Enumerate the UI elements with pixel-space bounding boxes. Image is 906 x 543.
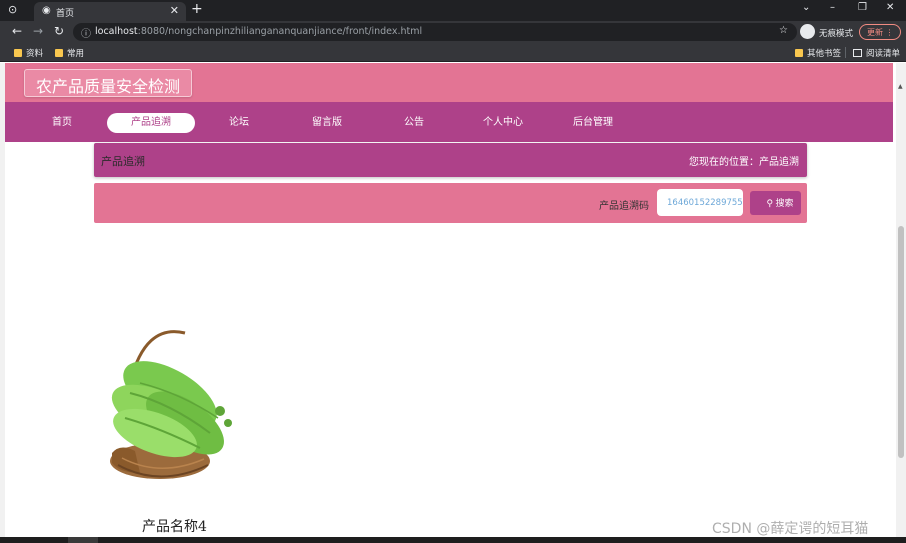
url-host: localhost	[95, 26, 138, 37]
product-card[interactable]: 产品名称4	[100, 323, 260, 537]
folder-icon	[795, 49, 803, 57]
scroll-up-arrow-icon[interactable]: ▲	[898, 83, 903, 90]
os-taskbar	[0, 537, 906, 543]
folder-icon	[14, 49, 22, 57]
reading-list[interactable]: 阅读清单	[853, 47, 900, 59]
incognito-indicator[interactable]: 无痕模式	[800, 24, 854, 40]
minimize-button[interactable]: –	[830, 2, 835, 13]
taskbar-active-item[interactable]	[68, 537, 98, 543]
reading-list-icon	[853, 49, 862, 57]
search-icon: ⚲	[766, 198, 774, 208]
nav-home[interactable]: 首页	[43, 113, 81, 133]
update-button[interactable]: 更新 ⋮	[859, 24, 901, 40]
breadcrumb-title: 产品追溯	[101, 155, 145, 168]
site-nav: 首页 产品追溯 论坛 留言版 公告 个人中心 后台管理	[5, 102, 893, 142]
site-header: 农产品质量安全检测	[5, 63, 893, 102]
nav-personal-center[interactable]: 个人中心	[477, 113, 529, 133]
nav-admin[interactable]: 后台管理	[567, 113, 619, 133]
folder-icon	[55, 49, 63, 57]
url-text: localhost:8080/nongchanpinzhiliangananqu…	[95, 26, 422, 37]
search-panel: 产品追溯码 ⚲ 搜索	[94, 183, 807, 223]
breadcrumb: 产品追溯 您现在的位置：产品追溯	[94, 143, 807, 177]
search-button-label: 搜索	[775, 198, 794, 208]
nav-product-trace[interactable]: 产品追溯	[107, 113, 195, 133]
globe-icon: ◉	[42, 5, 51, 16]
forward-button[interactable]: →	[33, 24, 43, 38]
nav-forum[interactable]: 论坛	[220, 113, 258, 133]
tab-search-icon[interactable]: ⊙	[8, 3, 34, 19]
reload-button[interactable]: ↻	[54, 24, 64, 38]
breadcrumb-location: 您现在的位置：产品追溯	[689, 157, 799, 168]
new-tab-button[interactable]: +	[191, 1, 203, 17]
bookmark-folder-changyong[interactable]: 常用	[55, 47, 84, 59]
bookmark-star-icon[interactable]: ☆	[779, 25, 788, 36]
back-button[interactable]: ←	[12, 24, 22, 38]
browser-toolbar: ← → ↻ ⓘ localhost:8080/nongchanpinzhilia…	[0, 21, 906, 43]
close-window-button[interactable]: ✕	[886, 2, 894, 13]
address-bar[interactable]: ⓘ localhost:8080/nongchanpinzhilianganan…	[73, 23, 797, 41]
scrollbar-thumb[interactable]	[898, 226, 904, 458]
nav-announcement[interactable]: 公告	[395, 113, 433, 133]
page-viewport: 农产品质量安全检测 首页 产品追溯 论坛 留言版 公告 个人中心 后台管理 产品…	[0, 63, 906, 537]
trace-code-label: 产品追溯码	[599, 201, 649, 212]
bookmarks-bar: 资料 常用 其他书签 阅读清单	[0, 43, 906, 62]
other-bookmarks[interactable]: 其他书签	[795, 47, 841, 59]
restore-button[interactable]: ❐	[858, 2, 867, 13]
browser-tab-strip: ⊙ ◉ 首页 ✕ + ⌄ – ❐ ✕	[0, 0, 906, 21]
bookmarks-divider	[845, 47, 846, 58]
product-image-bitter-melon[interactable]	[100, 323, 250, 495]
csdn-watermark: CSDN @薛定谔的短耳猫	[712, 521, 869, 537]
page-scrollbar[interactable]: ▲	[896, 63, 906, 537]
site-info-icon[interactable]: ⓘ	[81, 25, 91, 40]
nav-message-board[interactable]: 留言版	[305, 113, 349, 133]
incognito-label: 无痕模式	[819, 29, 854, 39]
bookmark-folder-ziliao[interactable]: 资料	[14, 47, 43, 59]
product-name[interactable]: 产品名称4	[142, 516, 207, 536]
update-label: 更新	[867, 28, 883, 37]
search-button[interactable]: ⚲ 搜索	[750, 191, 801, 215]
trace-code-input[interactable]	[657, 189, 743, 216]
url-path: :8080/nongchanpinzhiliangananquanjiance/…	[137, 26, 423, 37]
incognito-icon	[800, 24, 815, 39]
browser-tab-home[interactable]: ◉ 首页 ✕	[34, 2, 186, 21]
site-title: 农产品质量安全检测	[24, 69, 193, 97]
close-tab-icon[interactable]: ✕	[170, 4, 179, 17]
tab-title: 首页	[56, 9, 75, 19]
tab-search-chevron-icon[interactable]: ⌄	[802, 2, 810, 13]
